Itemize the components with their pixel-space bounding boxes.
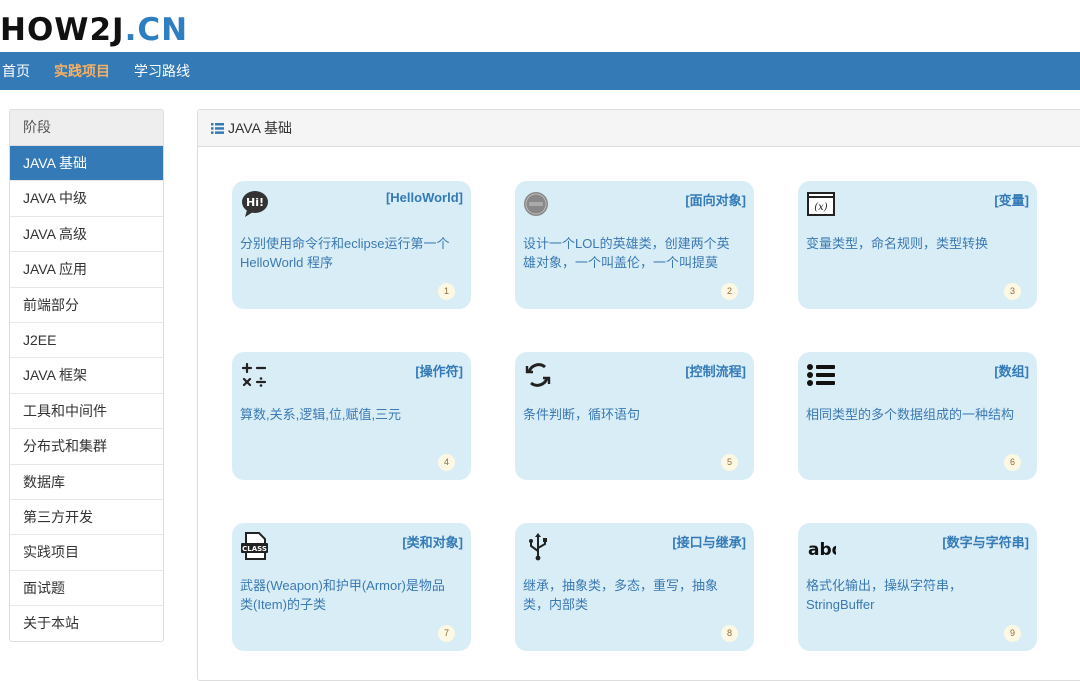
logo-text-how2j: HOW2J xyxy=(0,12,125,48)
card-title: [控制流程] xyxy=(685,364,746,379)
card-description: 算数,关系,逻辑,位,赋值,三元 xyxy=(240,407,402,422)
class-badge-icon xyxy=(524,192,548,216)
card-number-badge: 6 xyxy=(1004,454,1021,471)
top-navbar: 首页 实践项目 学习路线 xyxy=(0,52,1080,90)
card-description: 武器(Weapon)和护甲(Armor)是物品类(Item)的子类 xyxy=(240,578,445,612)
sidebar-item-frontend[interactable]: 前端部分 xyxy=(10,288,163,323)
card-number-badge: 7 xyxy=(438,625,455,642)
abc-glyph-text: abc xyxy=(808,540,836,560)
nav-projects[interactable]: 实践项目 xyxy=(54,61,110,81)
sidebar-item-practice-projects[interactable]: 实践项目 xyxy=(10,535,163,571)
course-card-variables[interactable]: (x) [变量] 变量类型，命名规则，类型转换 3 xyxy=(798,181,1037,309)
sidebar-item-java-intermediate[interactable]: JAVA 中级 xyxy=(10,181,163,217)
panel-title: JAVA 基础 xyxy=(228,120,293,136)
panel-header: JAVA 基础 xyxy=(198,110,1080,147)
sidebar-item-java-framework[interactable]: JAVA 框架 xyxy=(10,358,163,394)
logo-text-dot: . xyxy=(124,12,138,48)
logo-text-cn: CN xyxy=(137,12,189,48)
site-logo[interactable]: HOW2J. CN xyxy=(0,10,188,50)
card-title: [变量] xyxy=(994,193,1029,208)
sidebar-item-distributed-cluster[interactable]: 分布式和集群 xyxy=(10,429,163,465)
course-card-operators[interactable]: [操作符] 算数,关系,逻辑,位,赋值,三元 4 xyxy=(232,352,471,480)
svg-text:(x): (x) xyxy=(814,202,828,213)
card-number-badge: 3 xyxy=(1004,283,1021,300)
list-icon xyxy=(211,122,224,134)
course-card-control-flow[interactable]: [控制流程] 条件判断，循环语句 5 xyxy=(515,352,754,480)
card-description: 条件判断，循环语句 xyxy=(523,407,641,422)
math-operators-icon xyxy=(241,362,267,387)
sidebar-item-java-application[interactable]: JAVA 应用 xyxy=(10,252,163,288)
course-card-oop[interactable]: [面向对象] 设计一个LOL的英雄类，创建两个英雄对象，一个叫盖伦，一个叫提莫 … xyxy=(515,181,754,309)
card-number-badge: 2 xyxy=(721,283,738,300)
card-description: 相同类型的多个数据组成的一种结构 xyxy=(806,407,1015,422)
card-title: [操作符] xyxy=(415,364,463,379)
card-title: [类和对象] xyxy=(402,535,463,550)
course-card-interface-inheritance[interactable]: [接口与继承] 继承，抽象类，多态，重写，抽象类，内部类 8 xyxy=(515,523,754,651)
class-file-icon: CLASS xyxy=(241,532,268,560)
card-title: [面向对象] xyxy=(685,193,746,208)
loop-arrows-icon xyxy=(525,363,551,387)
card-number-badge: 9 xyxy=(1004,625,1021,642)
nav-home[interactable]: 首页 xyxy=(2,61,30,81)
stage-sidebar: 阶段 JAVA 基础 JAVA 中级 JAVA 高级 JAVA 应用 前端部分 … xyxy=(9,109,164,643)
nav-learning-path[interactable]: 学习路线 xyxy=(134,61,190,81)
card-number-badge: 1 xyxy=(438,283,455,300)
list-icon xyxy=(807,364,835,386)
card-title: [数组] xyxy=(994,364,1029,379)
card-title: [数字与字符串] xyxy=(942,535,1029,550)
card-number-badge: 8 xyxy=(721,625,738,642)
card-description: 继承，抽象类，多态，重写，抽象类，内部类 xyxy=(523,578,719,612)
card-title: [HelloWorld] xyxy=(385,190,463,205)
sidebar-item-java-basic[interactable]: JAVA 基础 xyxy=(10,146,163,182)
course-card-class-object[interactable]: CLASS [类和对象] 武器(Weapon)和护甲(Armor)是物品类(It… xyxy=(232,523,471,651)
card-description: 变量类型，命名规则，类型转换 xyxy=(806,236,989,251)
sidebar-item-interview[interactable]: 面试题 xyxy=(10,571,163,607)
course-card-helloworld[interactable]: Hi! [HelloWorld] 分别使用命令行和eclipse运行第一个Hel… xyxy=(232,181,471,309)
sidebar-item-tools-middleware[interactable]: 工具和中间件 xyxy=(10,394,163,430)
course-card-arrays[interactable]: [数组] 相同类型的多个数据组成的一种结构 6 xyxy=(798,352,1037,480)
svg-text:Hi!: Hi! xyxy=(246,196,264,209)
sidebar-item-about[interactable]: 关于本站 xyxy=(10,606,163,641)
sidebar-heading: 阶段 xyxy=(10,110,163,146)
class-file-label: CLASS xyxy=(242,545,267,553)
sidebar-item-database[interactable]: 数据库 xyxy=(10,465,163,500)
sidebar-item-third-party[interactable]: 第三方开发 xyxy=(10,500,163,536)
card-description: 格式化输出，操纵字符串，StringBuffer xyxy=(806,578,963,612)
variable-x-icon: (x) xyxy=(807,192,835,216)
card-description: 设计一个LOL的英雄类，创建两个英雄对象，一个叫盖伦，一个叫提莫 xyxy=(523,236,730,270)
card-title: [接口与继承] xyxy=(672,535,746,550)
sidebar-item-j2ee[interactable]: J2EE xyxy=(10,323,163,359)
card-description: 分别使用命令行和eclipse运行第一个HelloWorld 程序 xyxy=(240,236,450,270)
hi-speech-bubble-icon: Hi! xyxy=(242,191,268,217)
course-card-numbers-strings[interactable]: abc [数字与字符串] 格式化输出，操纵字符串，StringBuffer 9 xyxy=(798,523,1037,651)
abc-spellcheck-icon: abc xyxy=(808,540,836,560)
card-number-badge: 4 xyxy=(438,454,455,471)
usb-icon xyxy=(529,533,547,561)
card-number-badge: 5 xyxy=(721,454,738,471)
sidebar-item-java-advanced[interactable]: JAVA 高级 xyxy=(10,217,163,253)
